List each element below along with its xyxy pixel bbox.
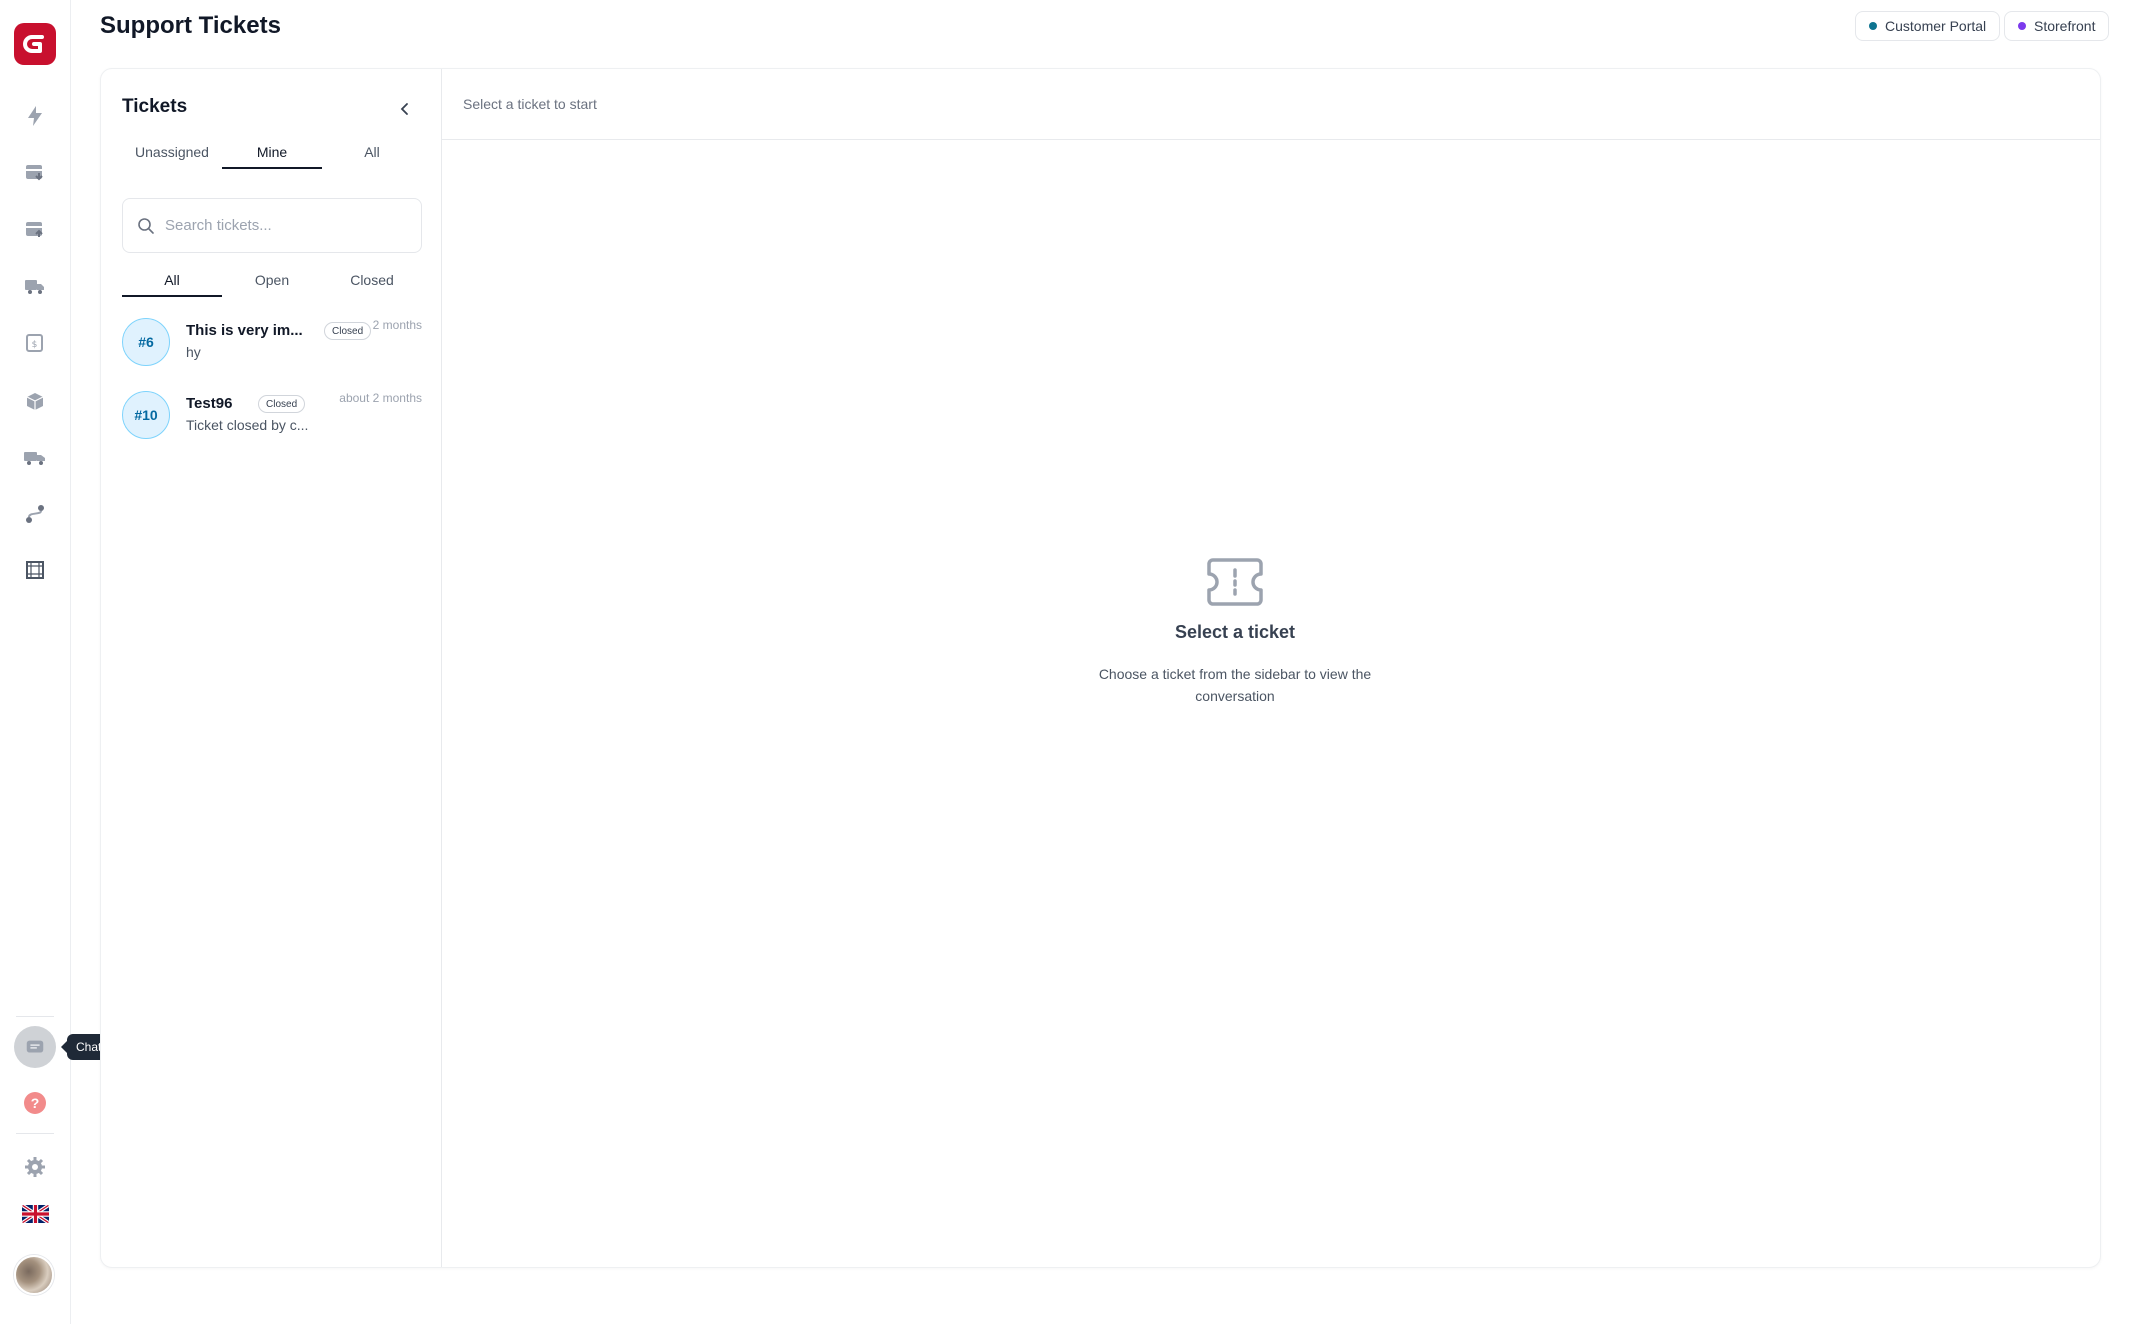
ticket-title: Test96 (186, 395, 233, 412)
nav-shipments[interactable] (19, 270, 51, 302)
rail-divider (16, 1016, 54, 1017)
sidebar-title: Tickets (122, 96, 188, 117)
tab-status-open[interactable]: Open (222, 265, 322, 297)
nav-billing[interactable]: $ (19, 327, 51, 359)
chat-button[interactable] (14, 1026, 56, 1068)
empty-state-title: Select a ticket (1174, 622, 1296, 642)
tab-status-all[interactable]: All (122, 265, 222, 297)
user-avatar[interactable] (14, 1255, 54, 1295)
frame-icon (26, 561, 44, 579)
status-tabs: All Open Closed (122, 265, 422, 297)
storefront-link[interactable]: Storefront (2004, 11, 2110, 41)
ticket-icon (1207, 558, 1263, 606)
ticket-preview: hy (186, 344, 201, 360)
conversation-header: Select a ticket to start (442, 69, 2100, 140)
nav-inbound[interactable] (19, 156, 51, 188)
ticket-list-item[interactable]: #10 Test96 Closed about 2 months Ticket … (122, 391, 422, 451)
truck-box-icon (25, 280, 44, 294)
assignment-tabs: Unassigned Mine All (122, 137, 422, 169)
language-flag-uk-icon[interactable] (22, 1205, 49, 1223)
rail-divider (16, 1133, 54, 1134)
customer-portal-link[interactable]: Customer Portal (1855, 11, 2001, 41)
search-box[interactable] (122, 198, 422, 253)
app-logo[interactable] (14, 23, 56, 65)
search-input[interactable] (165, 217, 405, 234)
ticket-status-badge: Closed (324, 322, 372, 340)
ticket-number-badge: #10 (122, 391, 170, 439)
route-icon (26, 505, 44, 523)
ticket-preview: Ticket closed by c... (186, 417, 309, 433)
chat-icon (26, 1040, 44, 1053)
gear-icon (25, 1157, 45, 1177)
tab-all-assignment[interactable]: All (322, 137, 422, 169)
customer-portal-label: Customer Portal (1885, 18, 1987, 34)
logo-icon (23, 35, 44, 53)
nav-frame[interactable] (19, 554, 51, 586)
ticket-time: about 2 months (339, 391, 422, 405)
ticket-time: 2 months (372, 318, 422, 332)
ticket-title: This is very im... (186, 322, 303, 339)
settings-button[interactable] (19, 1151, 51, 1183)
nav-delivery[interactable] (19, 441, 51, 473)
conversation-header-hint: Select a ticket to start (463, 96, 597, 112)
ticket-list-item[interactable]: #6 This is very im... Closed 2 months hy (122, 318, 422, 378)
storefront-label: Storefront (2034, 18, 2096, 34)
tab-mine[interactable]: Mine (222, 137, 322, 169)
invoice-icon: $ (26, 334, 43, 352)
ticket-number-badge: #6 (122, 318, 170, 366)
left-rail: $ Chat ? (0, 0, 111, 1324)
storefront-dot-icon (2018, 22, 2026, 30)
tab-status-closed[interactable]: Closed (322, 265, 422, 297)
tickets-sidebar: Tickets Unassigned Mine All All Open Clo… (101, 69, 442, 1267)
nav-bolt[interactable] (19, 100, 51, 132)
ticket-status-badge: Closed (258, 395, 306, 413)
help-button[interactable]: ? (24, 1092, 46, 1114)
collapse-sidebar-button[interactable] (393, 97, 417, 121)
tab-unassigned[interactable]: Unassigned (122, 137, 222, 169)
customer-portal-dot-icon (1869, 22, 1877, 30)
empty-state: Select a ticket Choose a ticket from the… (1050, 556, 1420, 707)
box-in-icon (26, 165, 43, 181)
bolt-icon (28, 106, 42, 126)
nav-outbound[interactable] (19, 213, 51, 245)
help-icon: ? (30, 1095, 40, 1111)
boxes-icon (26, 393, 44, 410)
box-out-icon (26, 222, 43, 237)
nav-routes[interactable] (19, 498, 51, 530)
search-icon (138, 217, 154, 234)
chevron-left-icon (400, 103, 408, 115)
empty-state-description: Choose a ticket from the sidebar to view… (1098, 666, 1372, 704)
page-title: Support Tickets (100, 12, 281, 39)
svg-text:$: $ (32, 340, 38, 350)
nav-inventory[interactable] (19, 385, 51, 417)
delivery-truck-icon (24, 452, 45, 465)
